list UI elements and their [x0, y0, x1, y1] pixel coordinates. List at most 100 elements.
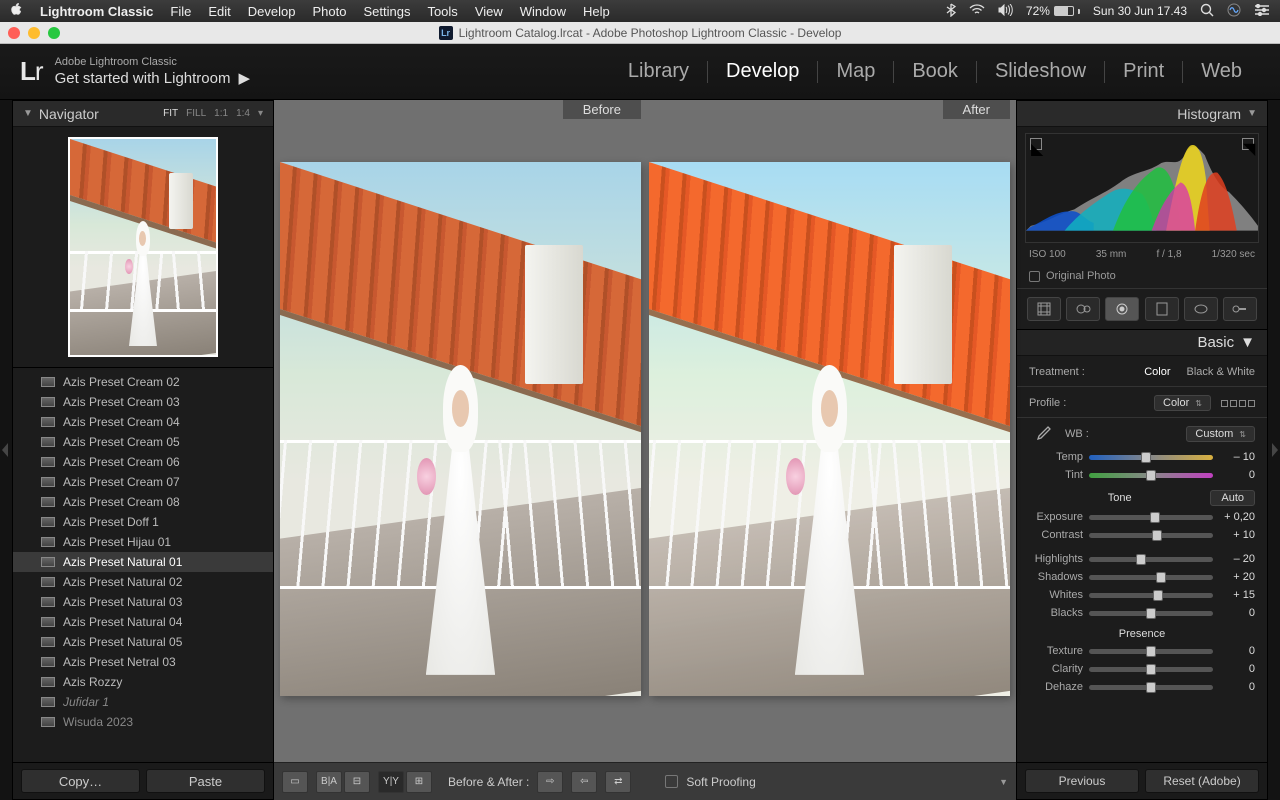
wifi-icon[interactable]	[969, 4, 985, 19]
before-photo[interactable]	[280, 162, 641, 696]
module-print[interactable]: Print	[1105, 60, 1182, 83]
slider-tint[interactable]: Tint0	[1029, 466, 1255, 484]
reset-button[interactable]: Reset (Adobe)	[1145, 769, 1259, 793]
preset-item[interactable]: Wisuda 2023	[13, 712, 273, 732]
menu-tools[interactable]: Tools	[427, 4, 457, 19]
basic-panel-header[interactable]: Basic ▼	[1017, 330, 1267, 356]
slider-track[interactable]	[1089, 557, 1213, 562]
slider-thumb[interactable]	[1156, 572, 1166, 583]
preset-item[interactable]: Azis Preset Cream 02	[13, 372, 273, 392]
slider-texture[interactable]: Texture0	[1029, 642, 1255, 660]
auto-button[interactable]: Auto	[1210, 490, 1255, 506]
copy-button[interactable]: Copy…	[21, 769, 140, 793]
slider-value[interactable]: + 0,20	[1219, 511, 1255, 523]
preset-item[interactable]: Azis Preset Cream 05	[13, 432, 273, 452]
loupe-view-button[interactable]: ▭	[282, 771, 308, 793]
menu-help[interactable]: Help	[583, 4, 610, 19]
slider-track[interactable]	[1089, 593, 1213, 598]
slider-track[interactable]	[1089, 611, 1213, 616]
crop-tool[interactable]	[1027, 297, 1061, 321]
swap-right-button[interactable]: ⇨	[537, 771, 563, 793]
compare-lr-button[interactable]: B|A	[316, 771, 342, 793]
slider-thumb[interactable]	[1152, 530, 1162, 541]
slider-value[interactable]: + 10	[1219, 529, 1255, 541]
zoom-button[interactable]	[48, 27, 60, 39]
slider-value[interactable]: 0	[1219, 607, 1255, 619]
module-book[interactable]: Book	[894, 60, 976, 83]
menu-window[interactable]: Window	[520, 4, 566, 19]
slider-track[interactable]	[1089, 667, 1213, 672]
slider-temp[interactable]: Temp– 10	[1029, 448, 1255, 466]
paste-button[interactable]: Paste	[146, 769, 265, 793]
radial-tool[interactable]	[1184, 297, 1218, 321]
slider-shadows[interactable]: Shadows+ 20	[1029, 568, 1255, 586]
slider-track[interactable]	[1089, 533, 1213, 538]
before-view[interactable]: Before	[280, 100, 641, 756]
slider-track[interactable]	[1089, 455, 1213, 460]
apple-icon[interactable]	[10, 3, 23, 19]
module-library[interactable]: Library	[610, 60, 707, 83]
soft-proof-checkbox[interactable]	[665, 775, 678, 788]
menu-file[interactable]: File	[170, 4, 191, 19]
sound-icon[interactable]	[998, 4, 1013, 19]
previous-button[interactable]: Previous	[1025, 769, 1139, 793]
brush-tool[interactable]	[1223, 297, 1257, 321]
preset-item[interactable]: Azis Preset Natural 02	[13, 572, 273, 592]
slider-dehaze[interactable]: Dehaze0	[1029, 678, 1255, 696]
menu-develop[interactable]: Develop	[248, 4, 296, 19]
slider-thumb[interactable]	[1146, 608, 1156, 619]
control-center-icon[interactable]	[1254, 4, 1270, 19]
preset-item[interactable]: Azis Preset Cream 08	[13, 492, 273, 512]
module-web[interactable]: Web	[1183, 60, 1260, 83]
preset-item[interactable]: Azis Preset Cream 07	[13, 472, 273, 492]
right-panel-toggle[interactable]	[1268, 100, 1280, 800]
slider-thumb[interactable]	[1146, 664, 1156, 675]
wb-eyedropper-icon[interactable]	[1029, 420, 1057, 448]
navigator-preview[interactable]	[13, 127, 273, 367]
preset-item[interactable]: Azis Preset Cream 04	[13, 412, 273, 432]
toolbar-menu-button[interactable]: ▼	[999, 777, 1008, 787]
nav-1-1[interactable]: 1:1	[214, 108, 228, 119]
left-panel-toggle[interactable]	[0, 100, 12, 800]
slider-track[interactable]	[1089, 649, 1213, 654]
slider-value[interactable]: – 10	[1219, 451, 1255, 463]
slider-value[interactable]: 0	[1219, 645, 1255, 657]
profile-dropdown[interactable]: Color⇅	[1154, 395, 1211, 411]
slider-track[interactable]	[1089, 515, 1213, 520]
slider-thumb[interactable]	[1146, 470, 1156, 481]
slider-value[interactable]: 0	[1219, 681, 1255, 693]
profile-browser-icon[interactable]	[1221, 400, 1255, 407]
slider-thumb[interactable]	[1150, 512, 1160, 523]
slider-thumb[interactable]	[1146, 682, 1156, 693]
preset-item[interactable]: Azis Preset Cream 03	[13, 392, 273, 412]
after-view[interactable]: After	[649, 100, 1010, 756]
slider-thumb[interactable]	[1136, 554, 1146, 565]
slider-value[interactable]: + 20	[1219, 571, 1255, 583]
slider-clarity[interactable]: Clarity0	[1029, 660, 1255, 678]
app-name[interactable]: Lightroom Classic	[40, 4, 153, 19]
preset-item[interactable]: Azis Preset Natural 05	[13, 632, 273, 652]
compare-split-button[interactable]: Y|Y	[378, 771, 404, 793]
nav-fit[interactable]: FIT	[163, 108, 178, 119]
after-photo[interactable]	[649, 162, 1010, 696]
nav-1-4[interactable]: 1:4	[236, 108, 250, 119]
menu-photo[interactable]: Photo	[312, 4, 346, 19]
chevron-down-icon[interactable]: ▾	[258, 108, 263, 119]
navigator-header[interactable]: ▼Navigator FIT FILL 1:1 1:4 ▾	[13, 101, 273, 127]
treatment-bw[interactable]: Black & White	[1187, 366, 1255, 378]
preset-item[interactable]: Azis Preset Hijau 01	[13, 532, 273, 552]
preset-item[interactable]: Azis Rozzy	[13, 672, 273, 692]
histogram-display[interactable]: ◣ ◥	[1025, 133, 1259, 243]
minimize-button[interactable]	[28, 27, 40, 39]
slider-track[interactable]	[1089, 685, 1213, 690]
close-button[interactable]	[8, 27, 20, 39]
histogram-header[interactable]: Histogram ▼	[1017, 101, 1267, 127]
preset-item[interactable]: Azis Preset Natural 01	[13, 552, 273, 572]
nav-fill[interactable]: FILL	[186, 108, 206, 119]
treatment-color[interactable]: Color	[1144, 366, 1170, 378]
preset-item[interactable]: Azis Preset Natural 03	[13, 592, 273, 612]
preset-item[interactable]: Azis Preset Doff 1	[13, 512, 273, 532]
original-checkbox[interactable]	[1029, 271, 1040, 282]
slider-highlights[interactable]: Highlights– 20	[1029, 550, 1255, 568]
swap-left-button[interactable]: ⇦	[571, 771, 597, 793]
